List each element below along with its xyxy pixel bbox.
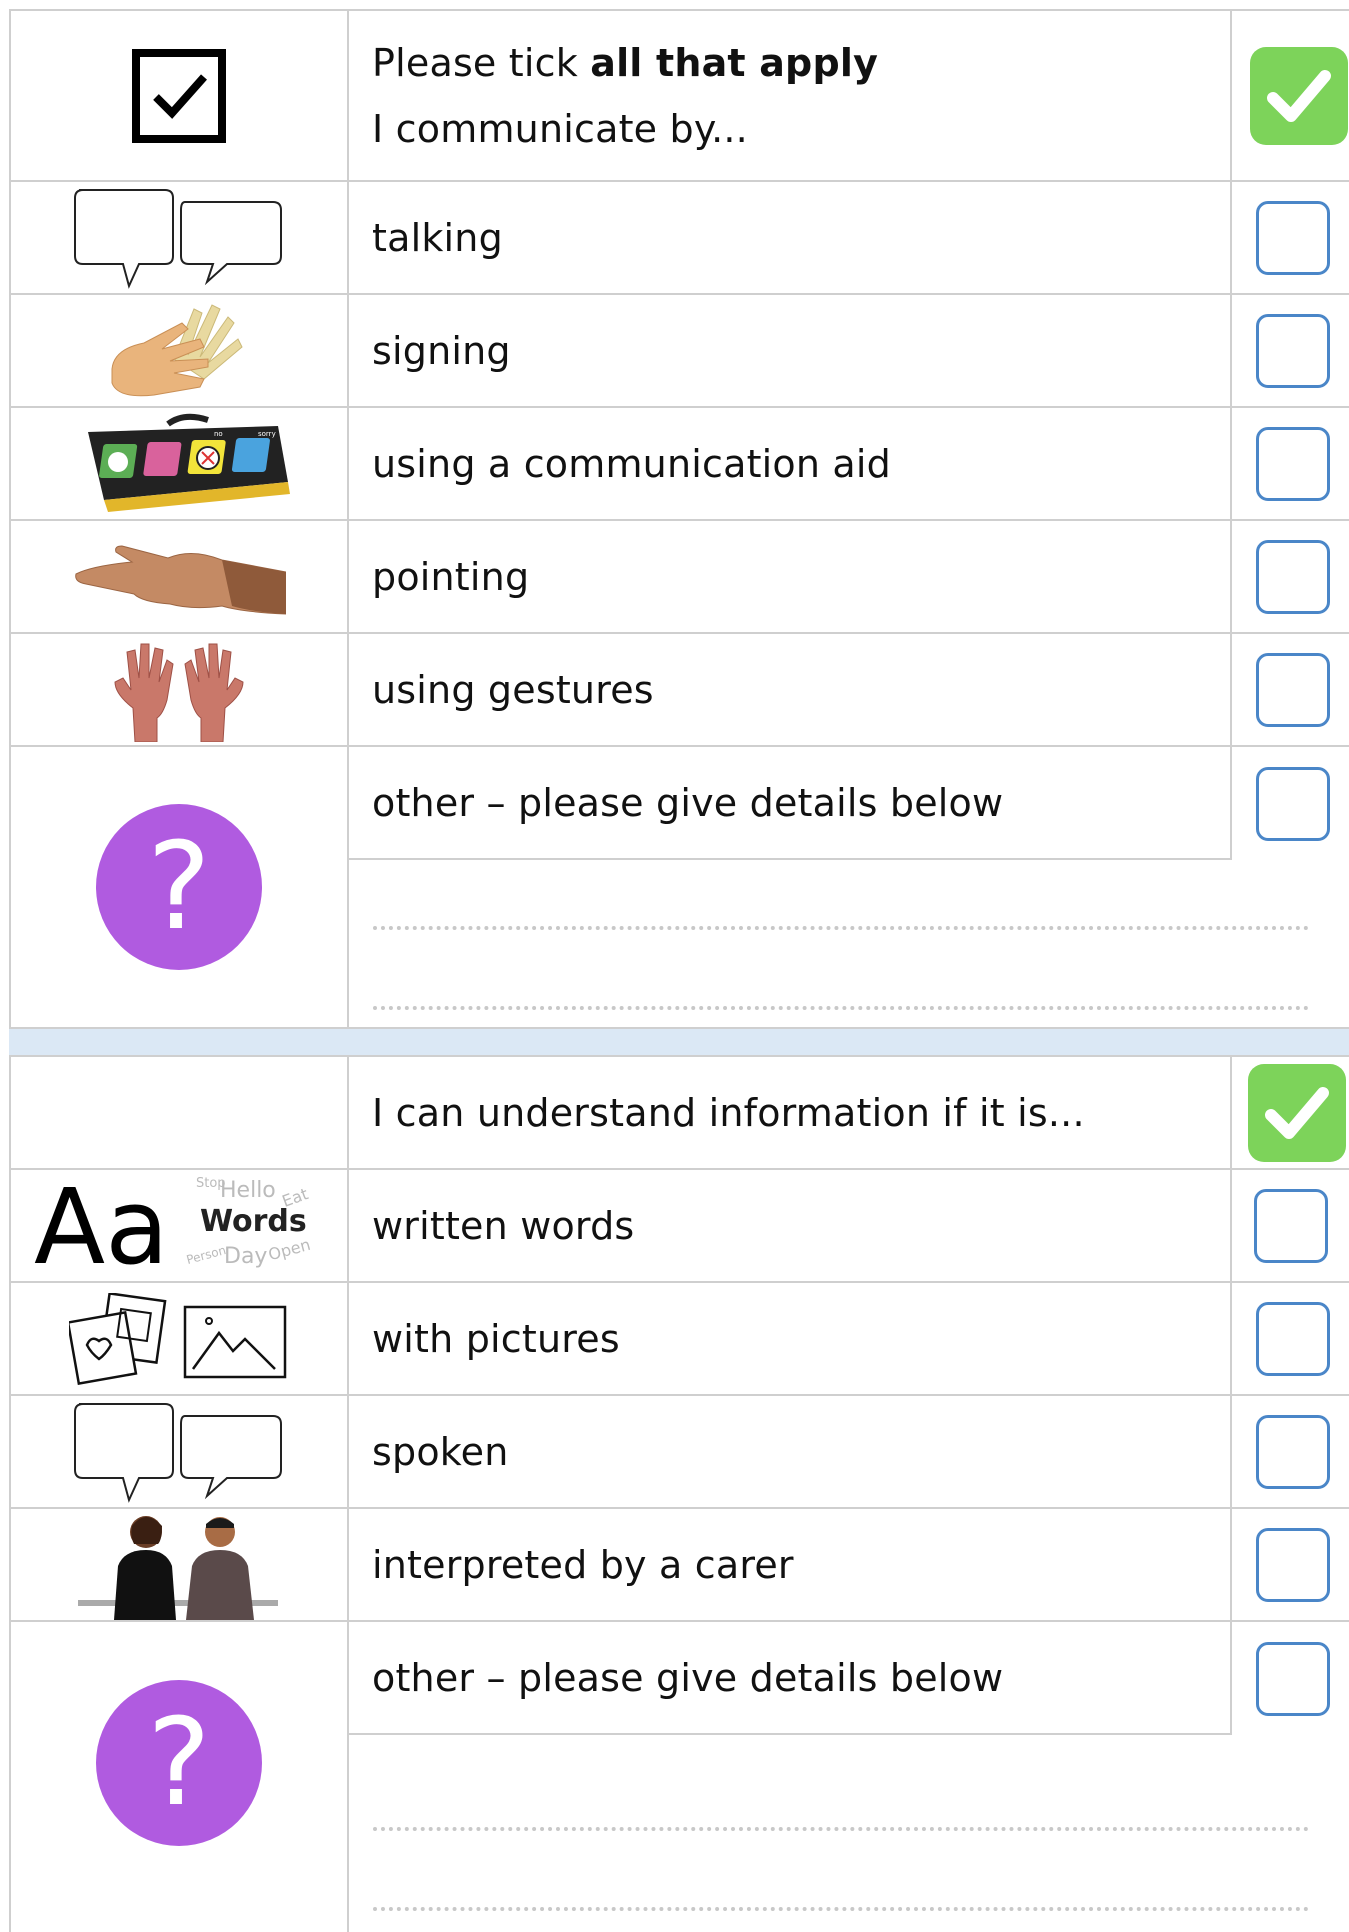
- details-line: [373, 926, 1309, 930]
- talking-checkbox[interactable]: [1256, 200, 1330, 275]
- details-input-area-2[interactable]: [349, 1735, 1349, 1932]
- checkbox-cell: [1232, 1396, 1349, 1507]
- header-tick-cell: [1232, 1057, 1349, 1168]
- section1-title: I communicate by...: [372, 106, 748, 151]
- communication-form: Please tick all that apply I communicate…: [9, 9, 1349, 1932]
- picture-cell: Aa Stop Hello Eat Words Person Day Open: [9, 1166, 349, 1288]
- carer-conversation-icon: [78, 1515, 278, 1620]
- green-tick-icon: [1248, 1063, 1346, 1162]
- checkbox-cell: [1232, 1170, 1349, 1281]
- picture-cell: ?: [9, 1622, 349, 1932]
- picture-cell: [9, 634, 349, 745]
- carer-checkbox[interactable]: [1256, 1527, 1330, 1602]
- signing-hands-icon: [111, 303, 243, 396]
- details-line: [373, 1827, 1309, 1831]
- option-label: using gestures: [349, 634, 1232, 745]
- option-row-other-1: ? other – please give details below: [9, 747, 1349, 1029]
- section2-header-row: I can understand information if it is...: [9, 1057, 1349, 1170]
- checkbox-cell: [1232, 1509, 1349, 1620]
- picture-cell: [9, 1509, 349, 1620]
- empty-picture-cell: [9, 1057, 349, 1168]
- picture-cell: [9, 182, 349, 293]
- checkbox-icon: [132, 48, 226, 143]
- option-row-pointing: pointing: [9, 521, 1349, 634]
- pointing-checkbox[interactable]: [1256, 539, 1330, 614]
- gestures-checkbox[interactable]: [1256, 652, 1330, 727]
- option-row-signing: signing: [9, 295, 1349, 408]
- option-row-other-2: ? other – please give details below: [9, 1622, 1349, 1932]
- option-row-carer: interpreted by a carer: [9, 1509, 1349, 1622]
- section-divider: [9, 1029, 1349, 1057]
- option-row-gestures: using gestures: [9, 634, 1349, 747]
- communication-aid-icon: no sorry: [88, 413, 290, 512]
- picture-cell: [9, 1396, 349, 1507]
- option-label: signing: [349, 295, 1232, 406]
- pointing-hand-icon: [75, 544, 286, 615]
- signing-checkbox[interactable]: [1256, 313, 1330, 388]
- details-input-area-1[interactable]: [349, 860, 1349, 1027]
- speech-bubbles-icon: [74, 188, 282, 289]
- option-label: other – please give details below: [349, 747, 1232, 860]
- section1-header-text: Please tick all that apply I communicate…: [349, 11, 1232, 180]
- section1-header-row: Please tick all that apply I communicate…: [9, 11, 1349, 182]
- details-line: [373, 1006, 1309, 1010]
- checkbox-cell: [1232, 182, 1349, 293]
- question-mark-icon: ?: [96, 804, 262, 970]
- other-2-checkbox[interactable]: [1256, 1641, 1330, 1716]
- picture-cell: [9, 295, 349, 406]
- checkbox-cell: [1232, 408, 1349, 519]
- option-label: other – please give details below: [349, 1622, 1232, 1735]
- word-person: Person: [184, 1242, 228, 1267]
- other-1-checkbox[interactable]: [1256, 766, 1330, 841]
- option-row-written-words: Aa Stop Hello Eat Words Person Day Open …: [9, 1166, 1349, 1288]
- option-row-communication-aid: no sorry using a communication aid: [9, 408, 1349, 521]
- checkbox-cell: [1232, 634, 1349, 745]
- option-label: interpreted by a carer: [349, 1509, 1232, 1620]
- written-words-icon: Aa Stop Hello Eat Words Person Day Open: [34, 1166, 324, 1288]
- aa-text: Aa: [34, 1165, 169, 1288]
- aid-label-no: no: [214, 430, 223, 438]
- option-label: talking: [349, 182, 1232, 293]
- question-mark-icon: ?: [96, 1680, 262, 1846]
- option-label: written words: [349, 1170, 1232, 1281]
- speech-bubbles-icon: [74, 1402, 282, 1503]
- communication-aid-checkbox[interactable]: [1256, 426, 1330, 501]
- option-label: with pictures: [349, 1283, 1232, 1394]
- option-row-talking: talking: [9, 182, 1349, 295]
- spoken-checkbox[interactable]: [1256, 1414, 1330, 1489]
- header-checkbox-icon-cell: [9, 11, 349, 180]
- checkbox-cell: [1232, 747, 1349, 860]
- word-hello: Hello: [220, 1177, 276, 1203]
- open-hands-icon: [114, 643, 244, 742]
- details-line: [373, 1907, 1309, 1911]
- checkbox-cell: [1232, 1622, 1349, 1735]
- instruction-line: Please tick all that apply: [372, 40, 879, 85]
- option-label: using a communication aid: [349, 408, 1232, 519]
- checkbox-cell: [1232, 1283, 1349, 1394]
- pictures-checkbox[interactable]: [1256, 1301, 1330, 1376]
- option-row-pictures: with pictures: [9, 1283, 1349, 1396]
- option-row-spoken: spoken: [9, 1396, 1349, 1509]
- aid-label-sorry: sorry: [258, 430, 276, 438]
- checkbox-cell: [1232, 521, 1349, 632]
- green-tick-icon: [1250, 46, 1348, 145]
- option-label: spoken: [349, 1396, 1232, 1507]
- word-open: Open: [266, 1234, 313, 1264]
- pictures-icon: [69, 1292, 287, 1385]
- picture-cell: no sorry: [9, 408, 349, 519]
- picture-cell: [9, 521, 349, 632]
- word-day: Day: [224, 1243, 268, 1269]
- picture-cell: [9, 1283, 349, 1394]
- option-label: pointing: [349, 521, 1232, 632]
- checkbox-cell: [1232, 295, 1349, 406]
- section2-title: I can understand information if it is...: [349, 1057, 1232, 1168]
- picture-cell: ?: [9, 747, 349, 1027]
- written-words-checkbox[interactable]: [1254, 1188, 1328, 1263]
- word-words: Words: [200, 1203, 307, 1239]
- header-tick-cell: [1232, 11, 1349, 180]
